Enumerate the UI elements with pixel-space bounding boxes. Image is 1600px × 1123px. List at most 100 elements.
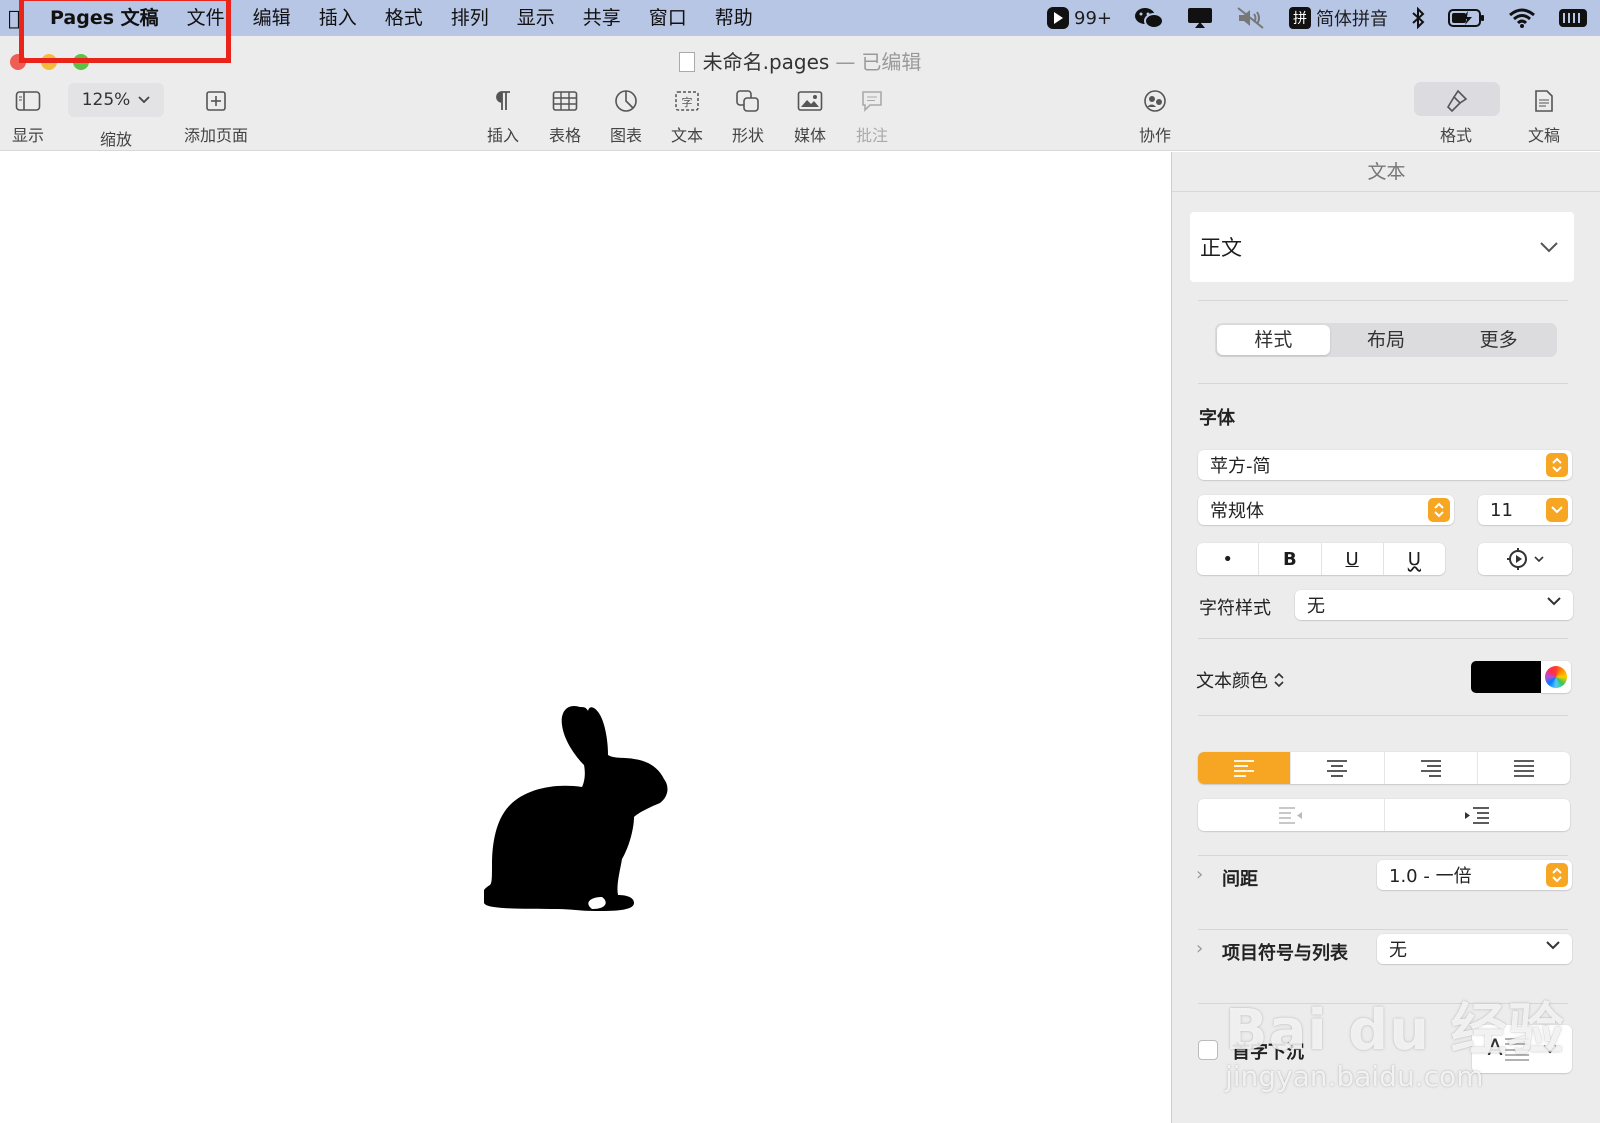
bullets-disclosure-icon[interactable]: ›	[1196, 938, 1203, 959]
dropcap-label: 首字下沉	[1232, 1042, 1304, 1063]
menu-insert[interactable]: 插入	[305, 0, 371, 36]
format-inspector: 文本 正文 样式 布局 更多 字体 苹方-简 常规体 11 • B U U 字符…	[1171, 152, 1600, 1123]
volume-muted-icon[interactable]	[1236, 6, 1266, 30]
menu-view[interactable]: 显示	[503, 0, 569, 36]
table-button[interactable]: 表格	[549, 86, 581, 146]
font-size-field[interactable]: 11	[1478, 495, 1572, 525]
bullets-select[interactable]: 无	[1377, 934, 1572, 964]
zoom-value: 125%	[81, 90, 131, 110]
notification-status[interactable]: 99+	[1046, 6, 1112, 30]
chevron-down-icon	[1546, 941, 1560, 950]
align-left-button[interactable]	[1198, 752, 1292, 784]
paragraph-style-value: 正文	[1200, 236, 1242, 260]
wifi-icon[interactable]	[1508, 7, 1536, 29]
chevron-down-icon	[1534, 555, 1544, 562]
window-title: 未命名.pages — 已编辑	[0, 46, 1600, 75]
inspector-tabs: 样式 布局 更多	[1215, 323, 1557, 357]
insert-button[interactable]: 插入	[487, 86, 519, 146]
battery-charging-icon[interactable]	[1448, 7, 1486, 29]
document-label: 文稿	[1528, 126, 1561, 145]
menu-share[interactable]: 共享	[569, 0, 635, 36]
menu-edit[interactable]: 编辑	[239, 0, 305, 36]
divider	[1198, 715, 1568, 716]
chevron-down-icon	[138, 96, 150, 104]
strikethrough-button[interactable]: U	[1384, 543, 1445, 575]
document-canvas[interactable]	[0, 152, 1171, 1123]
dropcap-preview-icon: A	[1487, 1036, 1529, 1062]
comment-button[interactable]: 批注	[856, 86, 888, 146]
bullets-value: 无	[1389, 940, 1407, 961]
align-center-button[interactable]	[1291, 752, 1385, 784]
menu-window[interactable]: 窗口	[635, 0, 701, 36]
document-file-icon	[678, 52, 695, 72]
color-picker-button[interactable]	[1541, 661, 1571, 693]
chart-button[interactable]: 图表	[610, 86, 642, 146]
menu-format[interactable]: 格式	[371, 0, 437, 36]
outdent-icon	[1278, 807, 1302, 824]
add-page-label: 添加页面	[184, 126, 249, 145]
color-wheel-icon	[1545, 666, 1567, 688]
divider	[1198, 383, 1568, 384]
menu-arrange[interactable]: 排列	[437, 0, 503, 36]
char-style-select[interactable]: 无	[1295, 590, 1573, 620]
view-button[interactable]: 显示	[12, 86, 44, 146]
format-label: 格式	[1440, 126, 1473, 145]
text-box-button[interactable]: 字 文本	[671, 86, 703, 146]
spacing-select[interactable]: 1.0 - 一倍	[1377, 860, 1572, 890]
wechat-icon[interactable]	[1134, 6, 1164, 30]
shape-button[interactable]: 形状	[732, 86, 764, 146]
divider	[1198, 855, 1568, 856]
media-button[interactable]: 媒体	[794, 86, 826, 146]
bullet-style-button[interactable]: •	[1197, 543, 1260, 575]
text-label: 文本	[671, 126, 704, 145]
input-method-status[interactable]: 拼 简体拼音	[1288, 5, 1388, 31]
dropcap-checkbox[interactable]	[1198, 1040, 1218, 1060]
zoom-select[interactable]: 125%	[68, 83, 164, 117]
paragraph-style-select[interactable]: 正文	[1190, 212, 1574, 282]
font-typeface-select[interactable]: 常规体	[1198, 495, 1454, 525]
underline-button[interactable]: U	[1322, 543, 1384, 575]
align-right-icon	[1420, 760, 1441, 777]
dropcap-style-select[interactable]: A	[1472, 1025, 1572, 1073]
font-family-select[interactable]: 苹方-简	[1198, 450, 1572, 480]
alignment-buttons	[1198, 752, 1570, 784]
paintbrush-icon	[1444, 86, 1468, 116]
pinyin-icon: 拼	[1289, 7, 1311, 29]
shape-label: 形状	[732, 126, 765, 145]
collaborate-button[interactable]: 协作	[1139, 86, 1171, 146]
bluetooth-icon[interactable]	[1410, 6, 1426, 30]
text-color-well[interactable]	[1471, 661, 1541, 693]
advanced-options-button[interactable]	[1478, 543, 1572, 575]
chevron-down-icon[interactable]	[1546, 498, 1568, 522]
format-button[interactable]: 格式	[1440, 86, 1472, 146]
divider	[1198, 638, 1568, 639]
document-button[interactable]: 文稿	[1528, 86, 1560, 146]
status-area: 99+ 拼 简体拼音	[1046, 0, 1588, 36]
align-right-button[interactable]	[1385, 752, 1478, 784]
spacing-value: 1.0 - 一倍	[1389, 866, 1472, 887]
font-family-value: 苹方-简	[1210, 456, 1271, 477]
tab-more[interactable]: 更多	[1442, 325, 1555, 355]
tab-style[interactable]: 样式	[1217, 325, 1330, 355]
table-label: 表格	[549, 126, 582, 145]
tab-layout[interactable]: 布局	[1330, 325, 1443, 355]
pilcrow-icon	[493, 86, 513, 116]
align-justify-button[interactable]	[1478, 752, 1570, 784]
control-center-icon[interactable]	[1558, 7, 1588, 29]
add-page-icon	[205, 86, 227, 116]
divider	[1198, 300, 1568, 301]
rabbit-silhouette-image[interactable]	[484, 705, 684, 915]
text-color-row[interactable]: 文本颜色	[1196, 667, 1284, 693]
decrease-indent-button[interactable]	[1198, 799, 1385, 831]
airplay-display-icon[interactable]	[1186, 6, 1214, 30]
insert-label: 插入	[487, 126, 520, 145]
add-page-button[interactable]: 添加页面	[184, 86, 248, 146]
spacing-disclosure-icon[interactable]: ›	[1196, 864, 1203, 885]
bold-button[interactable]: B	[1259, 543, 1322, 575]
increase-indent-button[interactable]	[1385, 799, 1571, 831]
text-style-buttons: • B U U	[1197, 543, 1445, 575]
menu-help[interactable]: 帮助	[701, 0, 767, 36]
font-size-value: 11	[1490, 499, 1513, 521]
photo-icon	[797, 86, 823, 116]
indent-buttons	[1198, 799, 1570, 831]
